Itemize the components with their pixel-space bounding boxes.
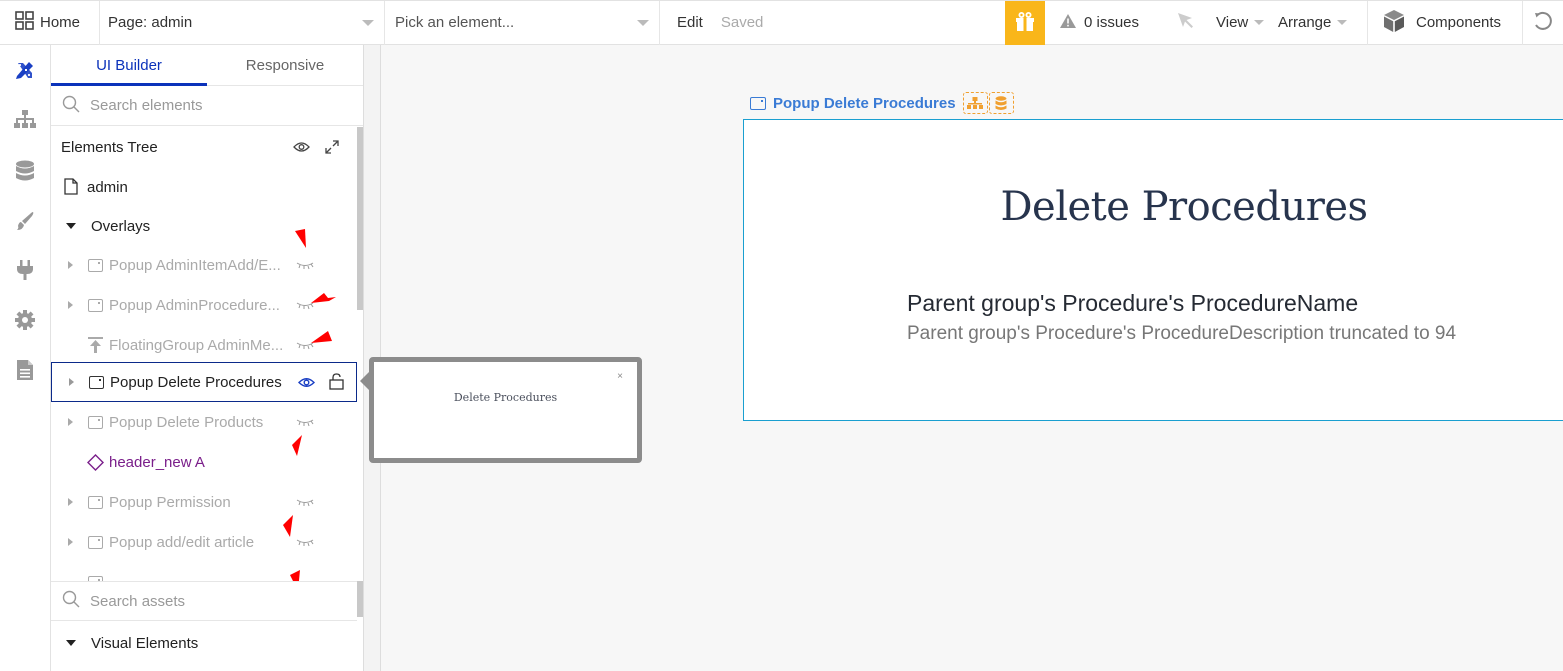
home-button[interactable]: Home xyxy=(0,0,100,45)
visual-elements-label: Visual Elements xyxy=(91,634,199,652)
procedure-name-text: Parent group's Procedure's ProcedureName xyxy=(907,290,1359,316)
page-select[interactable]: Page: admin xyxy=(100,0,385,45)
page-select-value: Page: admin xyxy=(108,14,193,31)
grid-icon xyxy=(15,11,34,34)
red-arrow-annotation xyxy=(283,515,293,537)
search-icon xyxy=(62,590,80,612)
design-icon[interactable] xyxy=(13,58,37,82)
red-arrow-annotation xyxy=(295,229,306,248)
gift-icon xyxy=(1014,10,1036,36)
home-label: Home xyxy=(40,14,81,31)
elements-panel: UI Builder Responsive Search elements El… xyxy=(51,45,364,671)
workflow-icon[interactable] xyxy=(13,108,37,132)
view-menu[interactable]: View xyxy=(1210,1,1274,45)
element-picker[interactable]: Pick an element... xyxy=(385,0,660,45)
search-icon xyxy=(62,95,80,117)
cursor-arrow-icon xyxy=(1177,12,1195,34)
edit-status: Edit Saved xyxy=(660,1,1005,45)
panel-tabs: UI Builder Responsive xyxy=(51,45,363,86)
arrange-label: Arrange xyxy=(1278,14,1332,31)
settings-gear-icon[interactable] xyxy=(13,308,37,332)
issues-button[interactable]: 0 issues xyxy=(1045,1,1162,45)
left-icon-rail xyxy=(0,45,51,671)
search-elements-placeholder: Search elements xyxy=(90,97,203,114)
elements-tree: Elements Tree admin Overlays Popup Admin… xyxy=(51,127,357,581)
procedure-description-text: Parent group's Procedure's ProcedureDesc… xyxy=(907,323,1457,344)
tab-responsive-label: Responsive xyxy=(245,56,325,74)
tab-responsive[interactable]: Responsive xyxy=(207,45,363,85)
close-icon: × xyxy=(617,371,623,382)
element-picker-placeholder: Pick an element... xyxy=(395,14,515,31)
search-elements-input[interactable]: Search elements xyxy=(51,86,363,126)
chevron-down-icon xyxy=(362,19,374,26)
search-assets-placeholder: Search assets xyxy=(90,592,186,610)
data-icon[interactable] xyxy=(13,159,37,183)
red-arrow-annotation xyxy=(311,331,332,343)
red-arrow-annotation xyxy=(290,570,300,581)
red-arrow-annotation xyxy=(311,293,336,303)
cube-icon xyxy=(1382,9,1406,37)
edit-button[interactable]: Edit xyxy=(677,14,703,31)
tab-ui-builder[interactable]: UI Builder xyxy=(51,45,207,86)
undo-button[interactable] xyxy=(1523,1,1563,45)
arrange-menu[interactable]: Arrange xyxy=(1274,0,1368,45)
plugins-icon[interactable] xyxy=(13,258,37,282)
gift-button[interactable] xyxy=(1005,0,1045,45)
tab-ui-builder-label: UI Builder xyxy=(96,56,162,74)
undo-icon xyxy=(1532,10,1554,36)
popup-icon xyxy=(750,96,766,110)
data-source-button[interactable] xyxy=(988,92,1014,114)
popup-name-label: Popup Delete Procedures xyxy=(773,94,956,112)
preview-title: Delete Procedures xyxy=(453,391,558,404)
popup-delete-procedures[interactable]: Delete Procedures Parent group's Procedu… xyxy=(743,119,1563,421)
tree-scrollbar[interactable] xyxy=(357,127,363,310)
view-label: View xyxy=(1216,14,1249,31)
top-toolbar: Home Page: admin Pick an element... Edit… xyxy=(0,0,1563,45)
logs-document-icon[interactable] xyxy=(13,358,37,382)
assets-scrollbar[interactable] xyxy=(357,581,363,617)
components-button[interactable]: Components xyxy=(1368,0,1523,45)
popup-title: Delete Procedures xyxy=(1000,184,1368,230)
hierarchy-button[interactable] xyxy=(962,92,988,114)
annotation-arrows xyxy=(283,229,336,581)
issues-label: 0 issues xyxy=(1084,14,1140,31)
styles-brush-icon[interactable] xyxy=(13,209,37,233)
element-preview-tooltip: × Delete Procedures xyxy=(369,357,642,463)
selected-element-label: Popup Delete Procedures xyxy=(750,92,1014,114)
search-assets-input[interactable]: Search assets xyxy=(51,581,357,621)
inspect-button[interactable] xyxy=(1162,1,1210,45)
warning-icon xyxy=(1060,13,1076,32)
save-status: Saved xyxy=(720,14,764,31)
chevron-down-icon xyxy=(637,19,649,26)
caret-down-icon xyxy=(66,640,76,646)
chevron-down-icon xyxy=(1254,20,1265,25)
red-arrow-annotation xyxy=(292,435,302,456)
components-label: Components xyxy=(1416,14,1502,31)
chevron-down-icon xyxy=(1337,20,1348,25)
